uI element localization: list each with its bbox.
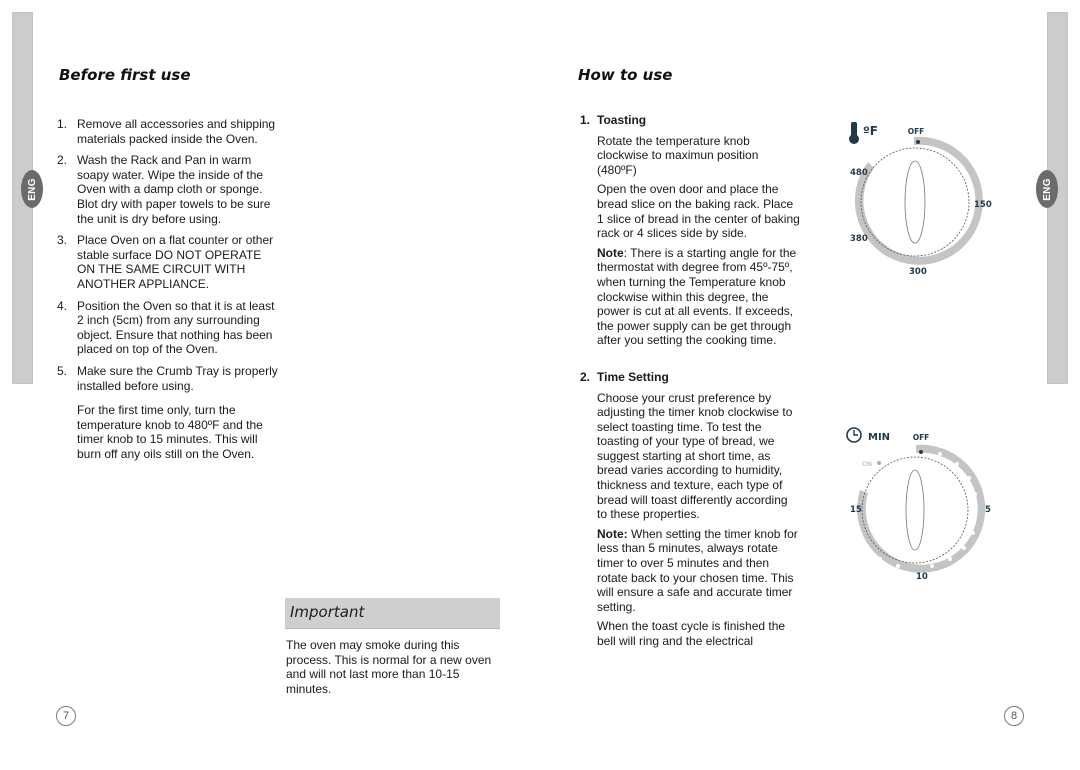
time-setting-note: Note: When setting the timer knob for le… xyxy=(597,527,800,615)
note-label: Note xyxy=(597,245,624,260)
temp-380-label: 380 xyxy=(850,234,868,244)
step-number: 1. xyxy=(57,117,68,131)
step-text: Wash the Rack and Pan in warm soapy wate… xyxy=(77,153,271,226)
temperature-band xyxy=(854,136,983,265)
timer-band xyxy=(857,444,986,573)
time-setting-trailing: When the toast cycle is finished the bel… xyxy=(597,619,786,648)
section-number: 2. xyxy=(580,369,591,384)
before-first-use-title: Before first use xyxy=(59,66,191,84)
toasting-note: Note: There is a starting angle for the … xyxy=(597,246,800,348)
clock-icon xyxy=(846,427,862,443)
step-text: Remove all accessories and shipping mate… xyxy=(77,117,276,146)
knob-grip xyxy=(905,469,925,551)
note-text: : There is a starting angle for the ther… xyxy=(597,245,797,348)
knob-grip xyxy=(904,160,926,244)
on-indicator-dot xyxy=(877,461,881,465)
time-setting-paragraph: Choose your crust preference by adjustin… xyxy=(597,390,793,522)
timer-unit: MIN xyxy=(868,432,890,443)
language-tab-right: ENG xyxy=(1036,170,1058,208)
how-to-use-content: 1. Toasting Rotate the temperature knob c… xyxy=(580,113,800,654)
step-text: Position the Oven so that it is at least… xyxy=(77,298,275,357)
temperature-unit: ºF xyxy=(863,124,878,138)
important-banner: Important xyxy=(285,598,500,629)
temperature-dial: ºF OFF 480 150 380 300 xyxy=(849,122,992,277)
temp-150-label: 150 xyxy=(974,200,992,210)
step-text: Make sure the Crumb Tray is properly ins… xyxy=(77,363,278,393)
off-indicator-dot xyxy=(919,450,923,454)
off-indicator-dot xyxy=(916,140,920,144)
timer-off-label: OFF xyxy=(913,433,930,442)
step-item: 5. Make sure the Crumb Tray is properly i… xyxy=(57,364,279,393)
section-heading: Toasting xyxy=(597,113,647,127)
important-label: Important xyxy=(290,603,365,621)
language-label: ENG xyxy=(26,177,38,201)
how-to-use-title: How to use xyxy=(578,66,673,84)
timer-10-label: 10 xyxy=(916,572,928,582)
step-item: 3. Place Oven on a flat counter or other … xyxy=(57,233,279,291)
note-text: When setting the timer knob for less tha… xyxy=(597,526,798,614)
language-tab-left: ENG xyxy=(21,170,43,208)
page-number-left: 7 xyxy=(56,706,76,726)
toasting-paragraph: Open the oven door and place the bread s… xyxy=(597,182,800,241)
page-number-right: 8 xyxy=(1004,706,1024,726)
temp-300-label: 300 xyxy=(909,267,927,277)
step-number: 3. xyxy=(57,233,68,248)
step-text: Place Oven on a flat counter or other st… xyxy=(77,233,274,291)
section-heading: Time Setting xyxy=(597,369,669,384)
timer-15-label: 15 xyxy=(850,505,862,515)
step-number: 2. xyxy=(57,153,68,168)
note-label: Note: xyxy=(597,526,628,541)
toasting-paragraph: Rotate the temperature knob clockwise to… xyxy=(597,133,759,177)
step-item: 4. Position the Oven so that it is at lea… xyxy=(57,299,279,357)
timer-on-label: ON xyxy=(862,460,872,468)
step-item: 2. Wash the Rack and Pan in warm soapy wa… xyxy=(57,153,279,226)
timer-dial: MIN OFF ON 15 5 10 xyxy=(846,427,991,582)
important-text: The oven may smoke during this process. … xyxy=(286,638,492,696)
first-time-note: For the first time only, turn the temper… xyxy=(77,403,263,461)
language-label: ENG xyxy=(1041,177,1053,201)
section-number: 1. xyxy=(580,113,591,127)
temp-480-label: 480 xyxy=(850,168,868,178)
before-first-use-steps: 1. Remove all accessories and shipping ma… xyxy=(57,117,279,461)
timer-5-label: 5 xyxy=(985,505,991,515)
time-setting-heading: 2. Time Setting xyxy=(580,370,800,385)
thermometer-icon xyxy=(849,122,859,144)
step-number: 4. xyxy=(57,298,68,313)
step-number: 5. xyxy=(57,363,68,378)
step-item: 1. Remove all accessories and shipping ma… xyxy=(57,117,279,146)
toasting-heading: 1. Toasting xyxy=(580,113,800,128)
temp-off-label: OFF xyxy=(908,127,925,136)
